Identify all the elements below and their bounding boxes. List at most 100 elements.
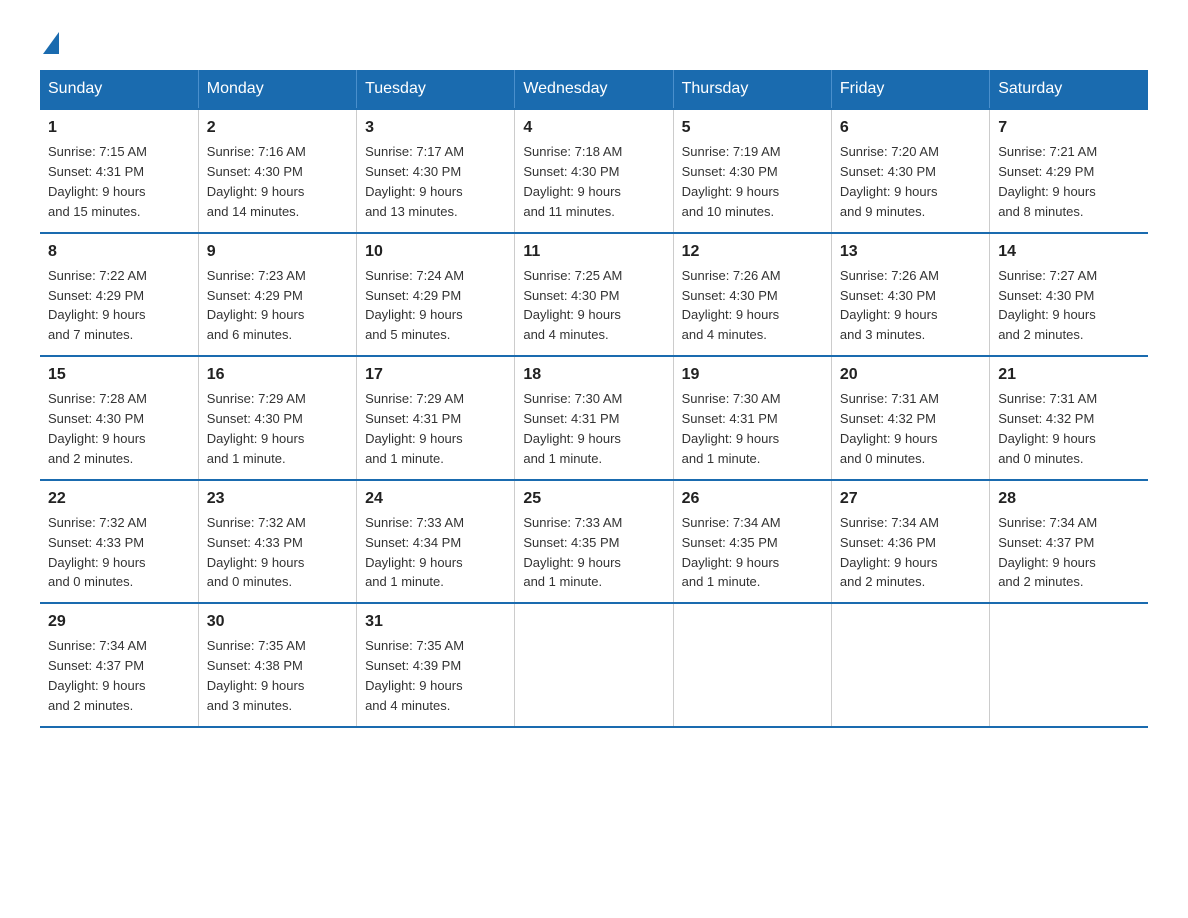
calendar-cell: 12 Sunrise: 7:26 AMSunset: 4:30 PMDayligh… (673, 233, 831, 357)
calendar-cell (831, 603, 989, 727)
calendar-table: SundayMondayTuesdayWednesdayThursdayFrid… (40, 70, 1148, 728)
day-info: Sunrise: 7:34 AMSunset: 4:37 PMDaylight:… (998, 515, 1097, 590)
day-info: Sunrise: 7:30 AMSunset: 4:31 PMDaylight:… (523, 391, 622, 466)
day-info: Sunrise: 7:32 AMSunset: 4:33 PMDaylight:… (207, 515, 306, 590)
day-number: 3 (365, 116, 506, 139)
day-number: 27 (840, 487, 981, 510)
day-number: 11 (523, 240, 664, 263)
day-number: 14 (998, 240, 1140, 263)
day-info: Sunrise: 7:24 AMSunset: 4:29 PMDaylight:… (365, 268, 464, 343)
calendar-cell: 24 Sunrise: 7:33 AMSunset: 4:34 PMDayligh… (357, 480, 515, 604)
day-number: 26 (682, 487, 823, 510)
calendar-week-row: 22 Sunrise: 7:32 AMSunset: 4:33 PMDayligh… (40, 480, 1148, 604)
day-info: Sunrise: 7:20 AMSunset: 4:30 PMDaylight:… (840, 144, 939, 219)
day-number: 15 (48, 363, 190, 386)
day-number: 17 (365, 363, 506, 386)
day-number: 4 (523, 116, 664, 139)
day-info: Sunrise: 7:35 AMSunset: 4:38 PMDaylight:… (207, 638, 306, 713)
day-number: 28 (998, 487, 1140, 510)
day-info: Sunrise: 7:29 AMSunset: 4:30 PMDaylight:… (207, 391, 306, 466)
day-info: Sunrise: 7:29 AMSunset: 4:31 PMDaylight:… (365, 391, 464, 466)
calendar-cell: 28 Sunrise: 7:34 AMSunset: 4:37 PMDayligh… (990, 480, 1148, 604)
day-info: Sunrise: 7:34 AMSunset: 4:37 PMDaylight:… (48, 638, 147, 713)
calendar-cell (990, 603, 1148, 727)
calendar-cell: 16 Sunrise: 7:29 AMSunset: 4:30 PMDayligh… (198, 356, 356, 480)
calendar-cell: 25 Sunrise: 7:33 AMSunset: 4:35 PMDayligh… (515, 480, 673, 604)
day-number: 29 (48, 610, 190, 633)
day-number: 20 (840, 363, 981, 386)
day-number: 24 (365, 487, 506, 510)
header-monday: Monday (198, 70, 356, 109)
day-number: 30 (207, 610, 348, 633)
calendar-cell: 4 Sunrise: 7:18 AMSunset: 4:30 PMDaylight… (515, 109, 673, 233)
day-number: 5 (682, 116, 823, 139)
calendar-cell: 8 Sunrise: 7:22 AMSunset: 4:29 PMDaylight… (40, 233, 198, 357)
header-saturday: Saturday (990, 70, 1148, 109)
page-header (40, 30, 1148, 50)
logo (40, 30, 59, 50)
calendar-cell: 3 Sunrise: 7:17 AMSunset: 4:30 PMDaylight… (357, 109, 515, 233)
day-number: 8 (48, 240, 190, 263)
day-info: Sunrise: 7:33 AMSunset: 4:34 PMDaylight:… (365, 515, 464, 590)
day-info: Sunrise: 7:15 AMSunset: 4:31 PMDaylight:… (48, 144, 147, 219)
day-number: 18 (523, 363, 664, 386)
day-info: Sunrise: 7:18 AMSunset: 4:30 PMDaylight:… (523, 144, 622, 219)
calendar-cell: 26 Sunrise: 7:34 AMSunset: 4:35 PMDayligh… (673, 480, 831, 604)
calendar-cell: 2 Sunrise: 7:16 AMSunset: 4:30 PMDaylight… (198, 109, 356, 233)
calendar-cell: 15 Sunrise: 7:28 AMSunset: 4:30 PMDayligh… (40, 356, 198, 480)
day-number: 1 (48, 116, 190, 139)
calendar-cell: 22 Sunrise: 7:32 AMSunset: 4:33 PMDayligh… (40, 480, 198, 604)
calendar-cell: 13 Sunrise: 7:26 AMSunset: 4:30 PMDayligh… (831, 233, 989, 357)
day-number: 25 (523, 487, 664, 510)
day-number: 12 (682, 240, 823, 263)
header-friday: Friday (831, 70, 989, 109)
header-thursday: Thursday (673, 70, 831, 109)
day-info: Sunrise: 7:19 AMSunset: 4:30 PMDaylight:… (682, 144, 781, 219)
calendar-cell: 5 Sunrise: 7:19 AMSunset: 4:30 PMDaylight… (673, 109, 831, 233)
header-tuesday: Tuesday (357, 70, 515, 109)
header-wednesday: Wednesday (515, 70, 673, 109)
calendar-week-row: 29 Sunrise: 7:34 AMSunset: 4:37 PMDayligh… (40, 603, 1148, 727)
calendar-cell: 9 Sunrise: 7:23 AMSunset: 4:29 PMDaylight… (198, 233, 356, 357)
calendar-cell (673, 603, 831, 727)
day-info: Sunrise: 7:25 AMSunset: 4:30 PMDaylight:… (523, 268, 622, 343)
day-info: Sunrise: 7:34 AMSunset: 4:36 PMDaylight:… (840, 515, 939, 590)
calendar-week-row: 1 Sunrise: 7:15 AMSunset: 4:31 PMDaylight… (40, 109, 1148, 233)
calendar-cell: 17 Sunrise: 7:29 AMSunset: 4:31 PMDayligh… (357, 356, 515, 480)
day-number: 9 (207, 240, 348, 263)
calendar-cell: 19 Sunrise: 7:30 AMSunset: 4:31 PMDayligh… (673, 356, 831, 480)
logo-triangle-icon (43, 32, 59, 54)
day-info: Sunrise: 7:22 AMSunset: 4:29 PMDaylight:… (48, 268, 147, 343)
calendar-cell: 1 Sunrise: 7:15 AMSunset: 4:31 PMDaylight… (40, 109, 198, 233)
day-info: Sunrise: 7:33 AMSunset: 4:35 PMDaylight:… (523, 515, 622, 590)
day-info: Sunrise: 7:34 AMSunset: 4:35 PMDaylight:… (682, 515, 781, 590)
day-info: Sunrise: 7:28 AMSunset: 4:30 PMDaylight:… (48, 391, 147, 466)
calendar-cell: 18 Sunrise: 7:30 AMSunset: 4:31 PMDayligh… (515, 356, 673, 480)
calendar-cell: 30 Sunrise: 7:35 AMSunset: 4:38 PMDayligh… (198, 603, 356, 727)
day-info: Sunrise: 7:27 AMSunset: 4:30 PMDaylight:… (998, 268, 1097, 343)
calendar-cell: 7Sunrise: 7:21 AMSunset: 4:29 PMDaylight… (990, 109, 1148, 233)
day-info: Sunrise: 7:26 AMSunset: 4:30 PMDaylight:… (682, 268, 781, 343)
day-number: 22 (48, 487, 190, 510)
day-info: Sunrise: 7:16 AMSunset: 4:30 PMDaylight:… (207, 144, 306, 219)
calendar-cell: 21Sunrise: 7:31 AMSunset: 4:32 PMDayligh… (990, 356, 1148, 480)
day-info: Sunrise: 7:31 AMSunset: 4:32 PMDaylight:… (998, 391, 1097, 466)
calendar-cell: 31Sunrise: 7:35 AMSunset: 4:39 PMDayligh… (357, 603, 515, 727)
day-info: Sunrise: 7:26 AMSunset: 4:30 PMDaylight:… (840, 268, 939, 343)
calendar-header-row: SundayMondayTuesdayWednesdayThursdayFrid… (40, 70, 1148, 109)
calendar-week-row: 15 Sunrise: 7:28 AMSunset: 4:30 PMDayligh… (40, 356, 1148, 480)
day-info: Sunrise: 7:23 AMSunset: 4:29 PMDaylight:… (207, 268, 306, 343)
day-number: 13 (840, 240, 981, 263)
day-info: Sunrise: 7:30 AMSunset: 4:31 PMDaylight:… (682, 391, 781, 466)
calendar-cell (515, 603, 673, 727)
day-number: 2 (207, 116, 348, 139)
day-number: 19 (682, 363, 823, 386)
day-info: Sunrise: 7:17 AMSunset: 4:30 PMDaylight:… (365, 144, 464, 219)
calendar-cell: 14 Sunrise: 7:27 AMSunset: 4:30 PMDayligh… (990, 233, 1148, 357)
header-sunday: Sunday (40, 70, 198, 109)
day-number: 16 (207, 363, 348, 386)
day-number: 23 (207, 487, 348, 510)
day-info: Sunrise: 7:31 AMSunset: 4:32 PMDaylight:… (840, 391, 939, 466)
calendar-cell: 6Sunrise: 7:20 AMSunset: 4:30 PMDaylight… (831, 109, 989, 233)
day-info: Sunrise: 7:32 AMSunset: 4:33 PMDaylight:… (48, 515, 147, 590)
